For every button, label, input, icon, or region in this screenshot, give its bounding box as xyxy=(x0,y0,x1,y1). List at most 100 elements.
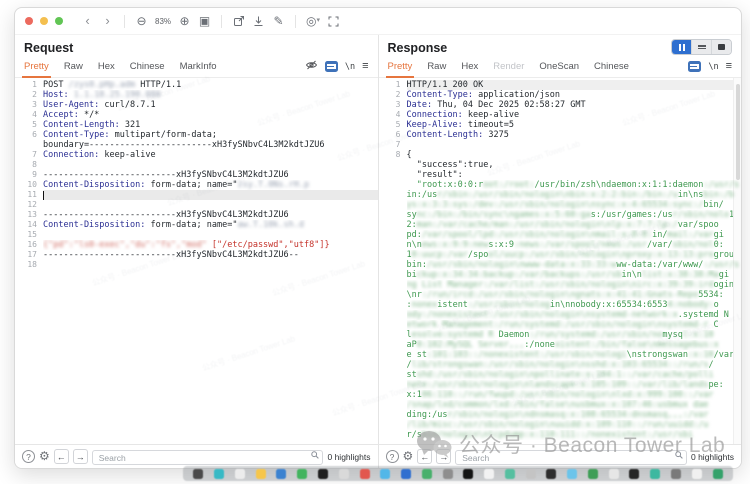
tab-raw[interactable]: Raw xyxy=(64,56,83,77)
intercept-controls xyxy=(671,39,732,55)
editor-line: /lib/misc:/usr/sbin/nologin\nuuidd:x:109… xyxy=(406,420,709,430)
dock-icon[interactable] xyxy=(650,468,661,479)
format-beautify-icon[interactable] xyxy=(688,61,702,72)
dock-icon[interactable] xyxy=(546,468,557,479)
editor-line: 10:uucp:/var/spool/uucp:/usr/sbin/nologi… xyxy=(406,250,735,260)
zoom-window-button[interactable] xyxy=(55,17,63,25)
macos-dock[interactable] xyxy=(183,466,733,481)
dock-icon[interactable] xyxy=(214,468,225,479)
zoom-out-icon[interactable]: ⊖ xyxy=(135,13,148,29)
pause-button[interactable] xyxy=(672,40,691,54)
next-match-button[interactable]: → xyxy=(436,449,452,464)
response-editor[interactable]: 1 HTTP/1.1 200 OK 2 Content-Type: applicati… xyxy=(379,78,741,445)
request-title: Request xyxy=(24,41,74,55)
prev-match-button[interactable]: ← xyxy=(417,449,433,464)
search-input[interactable] xyxy=(455,450,687,465)
dock-icon[interactable] xyxy=(587,468,598,479)
close-window-button[interactable] xyxy=(25,17,33,25)
next-match-button[interactable]: → xyxy=(72,449,88,464)
dock-icon[interactable] xyxy=(691,468,702,479)
dock-icon[interactable] xyxy=(359,468,370,479)
tab-chinese[interactable]: Chinese xyxy=(130,56,165,77)
editor-line: etwork Management:/run/systemd:/usr/sbin… xyxy=(406,320,719,330)
screenshot-icon[interactable]: ▣ xyxy=(198,13,211,29)
search-input[interactable] xyxy=(91,450,324,465)
tab-chinese[interactable]: Chinese xyxy=(594,56,629,77)
dock-icon[interactable] xyxy=(193,468,204,479)
dock-icon[interactable] xyxy=(401,468,412,479)
dock-icon[interactable] xyxy=(463,468,474,479)
editor-line: /lib/strongswan:/usr/sbin/nologin\nsshd:… xyxy=(406,360,714,370)
status-bars: ? ⚙ ← → 0 highlights ? ⚙ ← → 0 h xyxy=(15,444,741,468)
tab-markinfo[interactable]: MarkInfo xyxy=(180,56,217,77)
menu-icon[interactable]: ≡ xyxy=(726,61,732,72)
dock-icon[interactable] xyxy=(670,468,681,479)
request-tabs: Pretty Raw Hex Chinese MarkInfo \n ≡ xyxy=(15,56,378,78)
newline-toggle-icon[interactable]: \n xyxy=(708,62,718,72)
editor-line: 4 Connection: keep-alive xyxy=(395,110,520,120)
gear-icon[interactable]: ⚙ xyxy=(39,450,50,463)
editor-line: 14 Content-Disposition: form-data; name="… xyxy=(27,220,305,230)
zoom-in-icon[interactable]: ⊕ xyxy=(178,13,191,29)
dock-icon[interactable] xyxy=(421,468,432,479)
editor-line: 1 HTTP/1.1 200 OK xyxy=(379,80,741,90)
tab-pretty[interactable]: Pretty xyxy=(385,56,415,78)
dock-icon[interactable] xyxy=(442,468,453,479)
highlights-count: 0 highlights xyxy=(690,451,734,462)
dock-icon[interactable] xyxy=(338,468,349,479)
dock-icon[interactable] xyxy=(255,468,266,479)
dock-icon[interactable] xyxy=(276,468,287,479)
editor-line: \nr:/run/ircd:/usr/sbin/nologin\ngnats:x… xyxy=(406,290,724,300)
tab-raw[interactable]: Raw xyxy=(427,56,446,77)
editor-line: 12 xyxy=(27,200,37,209)
record-menu-icon[interactable]: ◎ ▾ xyxy=(306,13,320,29)
editor-line: 7 xyxy=(395,140,401,149)
tab-onescan[interactable]: OneScan xyxy=(539,56,579,77)
editor-line: 7 Connection: keep-alive xyxy=(32,150,156,160)
stop-button[interactable] xyxy=(711,40,731,54)
help-icon[interactable]: ? xyxy=(385,450,399,463)
minimize-window-button[interactable] xyxy=(40,17,48,25)
edit-pen-icon[interactable]: ✎ xyxy=(272,13,285,29)
back-icon[interactable]: ‹ xyxy=(81,13,94,29)
editor-line: ys:x:3:3:sys:/dev:/usr/sbin/nologin\nsyn… xyxy=(406,200,724,210)
response-tabs: Pretty Raw Hex Render OneScan Chinese \n… xyxy=(378,56,741,78)
hide-eye-icon[interactable] xyxy=(305,59,318,74)
gear-icon[interactable]: ⚙ xyxy=(403,450,414,463)
tab-pretty[interactable]: Pretty xyxy=(22,56,51,78)
dock-icon[interactable] xyxy=(712,468,723,479)
tab-hex[interactable]: Hex xyxy=(98,56,115,77)
dock-icon[interactable] xyxy=(484,468,495,479)
export-window-icon[interactable] xyxy=(232,13,245,29)
dock-icon[interactable] xyxy=(525,468,536,479)
editor-line: "root:x:0:0:root:/root:/usr/bin/zsh\ndae… xyxy=(406,180,741,190)
newline-toggle-icon[interactable]: \n xyxy=(345,62,355,72)
dock-icon[interactable] xyxy=(380,468,391,479)
prev-match-button[interactable]: ← xyxy=(53,449,69,464)
dock-icon[interactable] xyxy=(629,468,640,479)
forward-icon[interactable]: › xyxy=(101,13,114,29)
dock-icon[interactable] xyxy=(608,468,619,479)
editor-line: 2 Content-Type: application/json xyxy=(395,90,561,100)
dock-icon[interactable] xyxy=(297,468,308,479)
tab-hex[interactable]: Hex xyxy=(461,56,478,77)
menu-icon[interactable]: ≡ xyxy=(362,61,368,72)
editor-line: lesolve:systemd R Daemon:/run/systemd:/u… xyxy=(406,330,714,340)
dock-icon[interactable] xyxy=(234,468,245,479)
editor-line: ng List Manager:/var/list:/usr/sbin/nolo… xyxy=(406,280,735,290)
fullscreen-icon[interactable] xyxy=(327,13,340,29)
dock-icon[interactable] xyxy=(504,468,515,479)
request-panel: Request Pretty Raw Hex Chinese MarkInfo xyxy=(15,35,379,445)
help-icon[interactable]: ? xyxy=(22,450,35,463)
scrollbar-thumb[interactable] xyxy=(736,84,740,180)
dock-icon[interactable] xyxy=(567,468,578,479)
request-editor[interactable]: 1 POST /zys0.pHp.adm HTTP/1.1 2 Host: 1.1.1… xyxy=(15,78,378,445)
editor-line: 8 xyxy=(32,160,37,169)
editor-line: 16 {"pd":"ls0-exec","du":"fs","mod" ["/et… xyxy=(27,240,330,250)
editor-line: 2:man:/var/cache/man:/usr/sbin/nologin\n… xyxy=(406,220,719,230)
queue-lines-button[interactable] xyxy=(691,40,711,54)
download-icon[interactable] xyxy=(252,13,265,29)
format-beautify-icon[interactable] xyxy=(324,61,338,72)
dock-icon[interactable] xyxy=(317,468,328,479)
search-box xyxy=(455,448,687,466)
